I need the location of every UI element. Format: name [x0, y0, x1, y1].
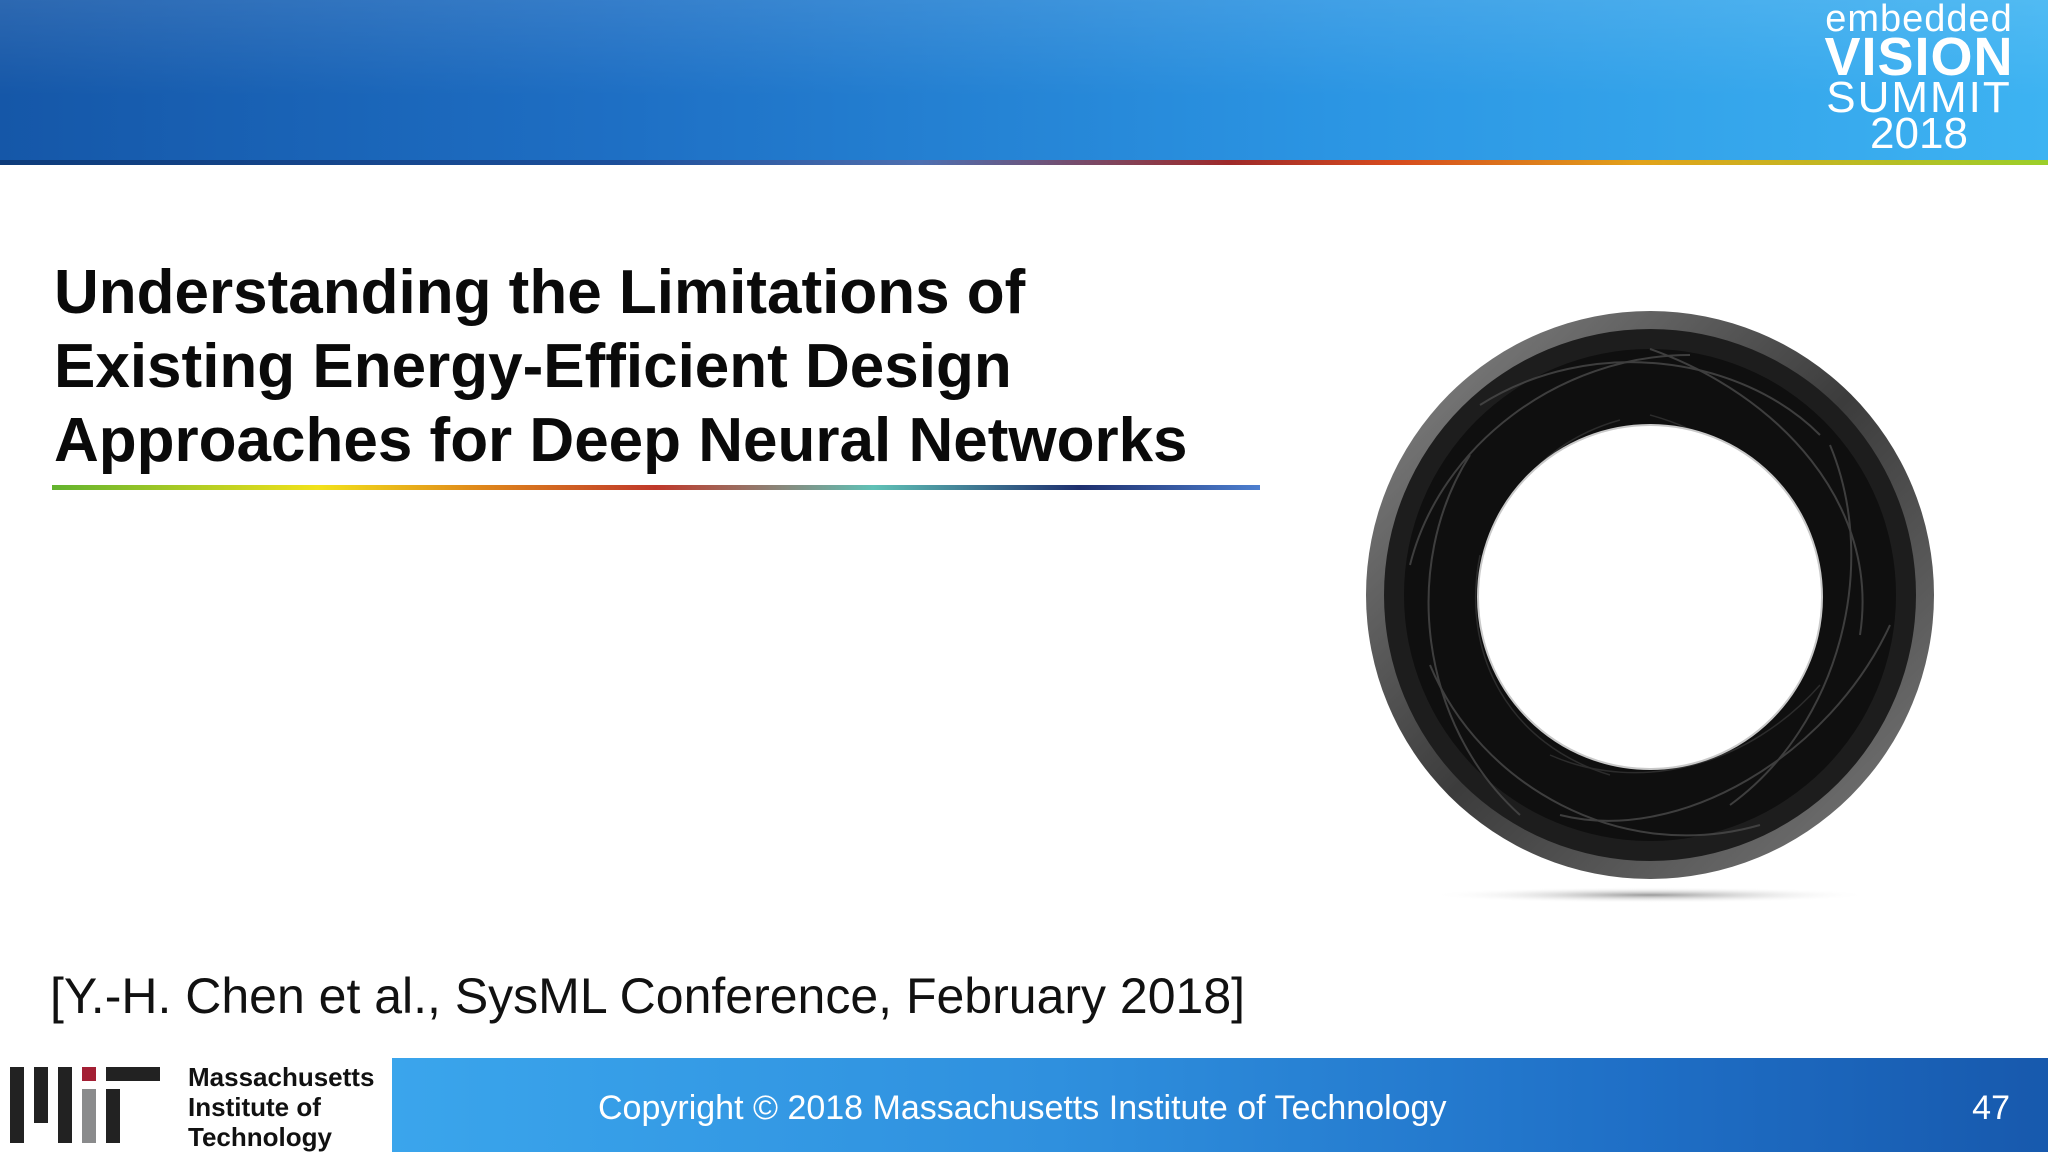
mit-wordmark-line-3: Technology: [188, 1122, 332, 1152]
aperture-ring-image: [1366, 311, 1934, 903]
embedded-vision-summit-logo: embedded VISION SUMMIT 2018: [1814, 0, 2024, 160]
ring-shadow: [1430, 887, 1870, 903]
header-rainbow-rule: [0, 160, 2048, 165]
citation: [Y.-H. Chen et al., SysML Conference, Fe…: [50, 968, 1246, 1024]
mit-logo-icon: [10, 1067, 160, 1143]
title-underline: [52, 485, 1260, 490]
mit-wordmark-line-1: Massachusetts: [188, 1062, 375, 1092]
mit-wordmark-line-2: Institute of: [188, 1092, 321, 1122]
logo-line-4: 2018: [1870, 109, 1968, 158]
title-line-1: Understanding the Limitations of: [54, 258, 1026, 327]
copyright-text: Copyright © 2018 Massachusetts Institute…: [598, 1089, 1447, 1127]
title-line-3: Approaches for Deep Neural Networks: [54, 406, 1188, 475]
page-number: 47: [1972, 1089, 2010, 1127]
slide-title: Understanding the Limitations of Existin…: [54, 256, 1254, 478]
mit-wordmark: Massachusetts Institute of Technology: [188, 1062, 374, 1152]
title-line-2: Existing Energy-Efficient Design: [54, 332, 1012, 401]
header-banner: embedded VISION SUMMIT 2018: [0, 0, 2048, 160]
ring-hole: [1478, 425, 1822, 769]
slide: embedded VISION SUMMIT 2018 Understandin…: [0, 0, 2048, 1152]
